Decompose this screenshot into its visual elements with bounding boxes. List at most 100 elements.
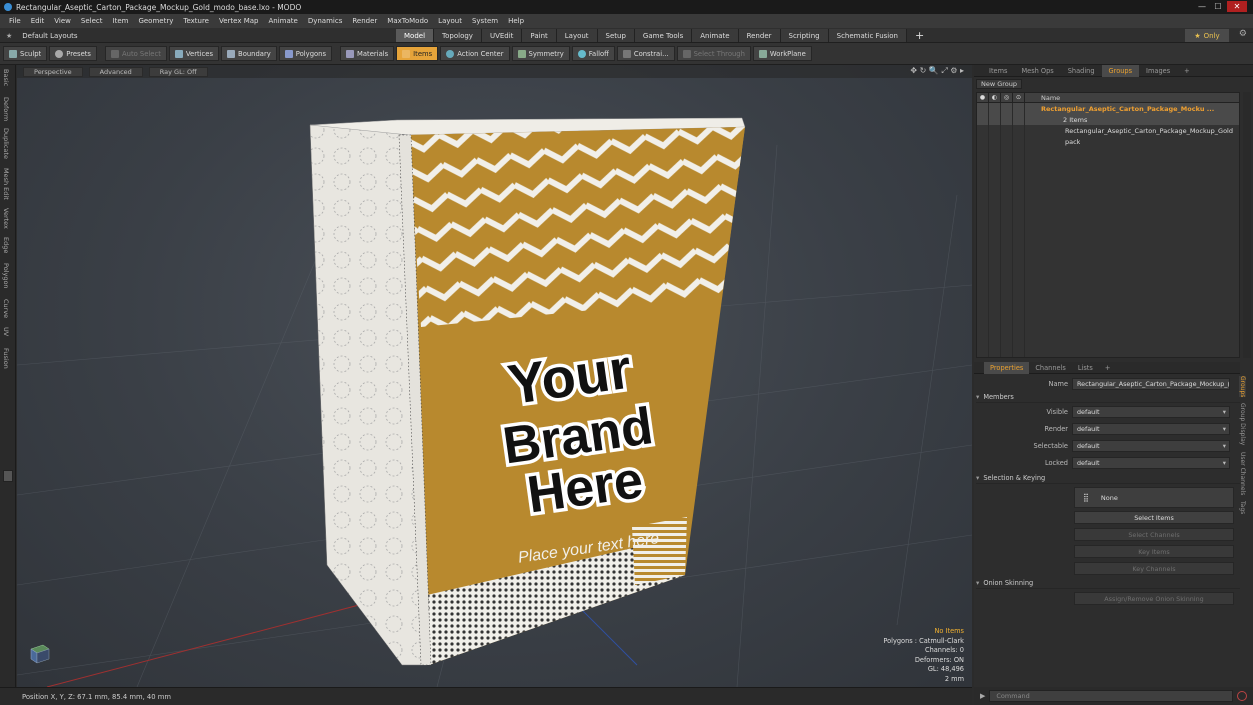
tab-animate[interactable]: Animate bbox=[692, 29, 739, 42]
groups-list[interactable]: ● ◐ ◎ ⊙ Name Rectangular_Aseptic_Carton_… bbox=[976, 92, 1240, 358]
constrain-button[interactable]: Constrai... bbox=[616, 46, 675, 61]
lock-column-icon[interactable]: ⊙ bbox=[1013, 92, 1025, 103]
tab-layout[interactable]: Layout bbox=[556, 29, 598, 42]
boundary-button[interactable]: Boundary bbox=[221, 46, 277, 61]
left-tab-polygon[interactable]: Polygon bbox=[2, 263, 10, 289]
left-tab-deform[interactable]: Deform bbox=[2, 97, 10, 121]
members-section[interactable]: Members bbox=[976, 392, 1240, 403]
menu-layout[interactable]: Layout bbox=[438, 17, 462, 25]
raygl-dropdown[interactable]: Ray GL: Off bbox=[148, 66, 208, 77]
symmetry-button[interactable]: Symmetry bbox=[511, 46, 570, 61]
left-tab-curve[interactable]: Curve bbox=[2, 299, 10, 318]
side-tab-group-display[interactable]: Group Display bbox=[1239, 403, 1246, 445]
tab-setup[interactable]: Setup bbox=[597, 29, 635, 42]
menu-render[interactable]: Render bbox=[352, 17, 377, 25]
presets-button[interactable]: Presets bbox=[49, 46, 97, 61]
menu-dynamics[interactable]: Dynamics bbox=[308, 17, 343, 25]
tab-items[interactable]: Items bbox=[982, 65, 1014, 77]
new-group-button[interactable]: New Group bbox=[976, 79, 1023, 89]
add-panel-tab-button[interactable]: + bbox=[1177, 65, 1197, 77]
select-through-button[interactable]: Select Through bbox=[676, 46, 751, 61]
tab-uvedit[interactable]: UVEdit bbox=[481, 29, 523, 42]
close-button[interactable]: ✕ bbox=[1227, 1, 1247, 12]
left-tab-uv[interactable]: UV bbox=[2, 327, 10, 336]
record-icon[interactable] bbox=[1237, 691, 1248, 701]
menu-geometry[interactable]: Geometry bbox=[138, 17, 173, 25]
3d-viewport[interactable]: Your Your Brand Brand Here Here Place yo… bbox=[17, 65, 972, 687]
add-tab-button[interactable]: + bbox=[907, 29, 932, 42]
none-selector[interactable]: ⣿ None bbox=[1074, 487, 1234, 508]
render-column-icon[interactable]: ◐ bbox=[989, 92, 1001, 103]
tab-model[interactable]: Model bbox=[396, 29, 435, 42]
menu-view[interactable]: View bbox=[54, 17, 71, 25]
tab-lists[interactable]: Lists bbox=[1072, 362, 1099, 374]
assign-onion-button[interactable]: Assign/Remove Onion Skinning bbox=[1074, 592, 1234, 605]
left-tab-edge[interactable]: Edge bbox=[2, 237, 10, 253]
polygons-button[interactable]: Polygons bbox=[278, 46, 333, 61]
side-tab-groups[interactable]: Groups bbox=[1239, 376, 1246, 398]
menu-animate[interactable]: Animate bbox=[268, 17, 297, 25]
side-tab-user-channels[interactable]: User Channels bbox=[1239, 452, 1246, 495]
tab-render[interactable]: Render bbox=[738, 29, 781, 42]
shading-dropdown[interactable]: Advanced bbox=[88, 66, 143, 77]
sculpt-button[interactable]: Sculpt bbox=[3, 46, 48, 61]
falloff-button[interactable]: Falloff bbox=[571, 46, 615, 61]
tab-game-tools[interactable]: Game Tools bbox=[634, 29, 693, 42]
menu-edit[interactable]: Edit bbox=[31, 17, 45, 25]
tab-channels[interactable]: Channels bbox=[1029, 362, 1072, 374]
auto-select-button[interactable]: Auto Select bbox=[104, 46, 167, 61]
materials-button[interactable]: Materials bbox=[340, 46, 395, 61]
groups-scrollbar[interactable] bbox=[1243, 92, 1251, 358]
menu-select[interactable]: Select bbox=[81, 17, 103, 25]
onion-skinning-section[interactable]: Onion Skinning bbox=[976, 578, 1240, 589]
render-dropdown[interactable]: default bbox=[1072, 423, 1230, 435]
select-items-button[interactable]: Select Items bbox=[1074, 511, 1234, 524]
select-channels-button[interactable]: Select Channels bbox=[1074, 528, 1234, 541]
tab-paint[interactable]: Paint bbox=[522, 29, 557, 42]
side-tab-tags[interactable]: Tags bbox=[1239, 501, 1246, 514]
selection-keying-section[interactable]: Selection & Keying bbox=[976, 473, 1240, 484]
tab-topology[interactable]: Topology bbox=[434, 29, 482, 42]
minimize-button[interactable]: — bbox=[1195, 1, 1209, 12]
menu-vertex-map[interactable]: Vertex Map bbox=[219, 17, 259, 25]
tab-schematic-fusion[interactable]: Schematic Fusion bbox=[828, 29, 907, 42]
tab-shading[interactable]: Shading bbox=[1061, 65, 1102, 77]
name-field[interactable]: Rectangular_Aseptic_Carton_Package_Mocku… bbox=[1072, 378, 1230, 390]
key-items-button[interactable]: Key Items bbox=[1074, 545, 1234, 558]
viewport-nav-icons[interactable]: ✥ ↻ 🔍 ⤢ ⚙ ▸ bbox=[910, 66, 964, 76]
menu-maxtomodo[interactable]: MaxToModo bbox=[387, 17, 428, 25]
menu-texture[interactable]: Texture bbox=[183, 17, 209, 25]
view-mode-dropdown[interactable]: Perspective bbox=[23, 66, 83, 77]
key-channels-button[interactable]: Key Channels bbox=[1074, 562, 1234, 575]
left-tab-basic[interactable]: Basic bbox=[2, 69, 10, 86]
tab-groups[interactable]: Groups bbox=[1101, 64, 1140, 77]
items-button[interactable]: Items bbox=[396, 46, 439, 61]
left-tab-duplicate[interactable]: Duplicate bbox=[2, 128, 10, 159]
add-props-tab-button[interactable]: + bbox=[1099, 362, 1117, 374]
visibility-column-icon[interactable]: ● bbox=[977, 92, 989, 103]
locked-dropdown[interactable]: default bbox=[1072, 457, 1230, 469]
visible-dropdown[interactable]: default bbox=[1072, 406, 1230, 418]
vertices-button[interactable]: Vertices bbox=[168, 46, 220, 61]
menu-system[interactable]: System bbox=[472, 17, 498, 25]
tab-properties[interactable]: Properties bbox=[984, 361, 1030, 374]
layout-dropdown[interactable]: ★ Default Layouts bbox=[2, 29, 78, 42]
gear-icon[interactable]: ⚙ bbox=[1239, 29, 1247, 39]
select-column-icon[interactable]: ◎ bbox=[1001, 92, 1013, 103]
action-center-button[interactable]: Action Center bbox=[440, 46, 510, 61]
menu-help[interactable]: Help bbox=[508, 17, 524, 25]
panel-toggle-handle[interactable] bbox=[3, 470, 13, 482]
menu-file[interactable]: File bbox=[9, 17, 21, 25]
tab-images[interactable]: Images bbox=[1139, 65, 1177, 77]
tab-mesh-ops[interactable]: Mesh Ops bbox=[1014, 65, 1060, 77]
only-button[interactable]: ★ Only bbox=[1185, 29, 1229, 42]
workplane-button[interactable]: WorkPlane bbox=[752, 46, 812, 61]
tab-scripting[interactable]: Scripting bbox=[780, 29, 829, 42]
maximize-button[interactable]: ☐ bbox=[1211, 1, 1225, 12]
left-tab-mesh-edit[interactable]: Mesh Edit bbox=[2, 168, 10, 200]
selectable-dropdown[interactable]: default bbox=[1072, 440, 1230, 452]
menu-item[interactable]: Item bbox=[113, 17, 129, 25]
left-tab-fusion[interactable]: Fusion bbox=[2, 348, 10, 369]
command-input[interactable]: Command bbox=[989, 690, 1234, 702]
left-tab-vertex[interactable]: Vertex bbox=[2, 208, 10, 229]
